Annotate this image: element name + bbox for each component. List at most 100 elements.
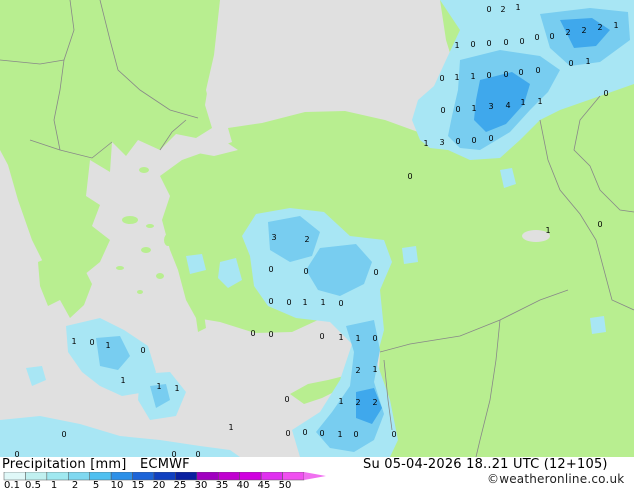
legend-color-swatch	[218, 472, 240, 481]
precip-value-label: 0	[603, 89, 608, 98]
precip-value-label: 1	[337, 430, 342, 439]
precip-value-label: 0	[89, 338, 94, 347]
legend-tick-label: 2	[71, 480, 79, 491]
precipitation-map: 0 2 1 0 0 2 2 2 1 1 0 0 0 0 0 1 0 1 1 0 0 0 0 0 0 0 1 3 4 1 1 1 3 0 0 0 0 1 0 3…	[0, 0, 634, 457]
precip-value-label: 0	[319, 429, 324, 438]
legend-tick-label: 20	[152, 480, 166, 491]
precip-value-label: 0	[486, 5, 491, 14]
precip-value-label: 0	[372, 334, 377, 343]
legend-tick-label: 10	[110, 480, 124, 491]
precip-value-label: 1	[174, 384, 179, 393]
precip-value-label: 3	[488, 102, 493, 111]
precip-value-label: 0	[549, 32, 554, 41]
legend-color-swatch	[3, 472, 26, 481]
precip-value-label: 1	[120, 376, 125, 385]
precip-value-label: 2	[304, 235, 309, 244]
model-name: ECMWF	[140, 457, 190, 472]
precip-value-label: 1	[454, 41, 459, 50]
legend-tick-label: 0.5	[25, 480, 41, 491]
legend-tick-label: 50	[278, 480, 292, 491]
legend-color-swatch	[89, 472, 112, 481]
precip-value-label: 0	[519, 37, 524, 46]
precip-value-label: 0	[195, 450, 200, 457]
map-canvas: 0 2 1 0 0 2 2 2 1 1 0 0 0 0 0 1 0 1 1 0 0 0 0 0 0 0 1 3 4 1 1 1 3 0 0 0 0 1 0 3…	[0, 0, 634, 457]
precip-value-label: 1	[355, 334, 360, 343]
precip-value-label: 0	[470, 40, 475, 49]
precip-value-label: 0	[597, 220, 602, 229]
precip-value-label: 0	[14, 450, 19, 457]
precip-value-label: 0	[407, 172, 412, 181]
legend-color-swatch	[46, 472, 69, 481]
legend-color-swatch	[110, 472, 133, 481]
legend-tick-label: 25	[173, 480, 187, 491]
precip-value-label: 0	[439, 74, 444, 83]
legend-color-swatch	[175, 472, 198, 481]
precip-value-label: 0	[486, 39, 491, 48]
legend-overflow-arrow	[304, 472, 326, 480]
precip-value-label: 0	[503, 70, 508, 79]
precip-value-label: 1	[471, 104, 476, 113]
precip-value-label: 0	[471, 136, 476, 145]
precip-value-label: 1	[320, 298, 325, 307]
precip-value-label: 1	[105, 341, 110, 350]
legend-tick-label: 45	[257, 480, 271, 491]
precip-value-label: 0	[486, 71, 491, 80]
precip-value-label: 0	[391, 430, 396, 439]
precip-value-label: 1	[302, 298, 307, 307]
legend-title: Precipitation [mm]	[2, 457, 127, 472]
precip-value-label: 1	[537, 97, 542, 106]
precip-value-label: 0	[338, 299, 343, 308]
precip-value-label: 0	[373, 268, 378, 277]
precip-value-label: 2	[581, 26, 586, 35]
precip-value-label: 0	[353, 430, 358, 439]
legend-tick-label: 35	[215, 480, 229, 491]
precip-value-label: 1	[585, 57, 590, 66]
precip-value-label: 1	[156, 382, 161, 391]
precip-value-label: 0	[268, 297, 273, 306]
precip-value-label: 2	[372, 398, 377, 407]
precip-value-label: 1	[613, 21, 618, 30]
precip-value-label: 0	[302, 428, 307, 437]
legend-tick-label: 30	[194, 480, 208, 491]
legend-color-swatch	[25, 472, 48, 481]
precip-value-label: 2	[597, 23, 602, 32]
precip-value-label: 2	[355, 366, 360, 375]
precip-value-label: 1	[71, 337, 76, 346]
precip-value-label: 1	[520, 98, 525, 107]
legend-color-swatch	[239, 472, 262, 481]
legend-color-swatch	[132, 472, 155, 481]
precip-value-label: 0	[268, 265, 273, 274]
precip-value-label: 4	[505, 101, 510, 110]
precip-value-label: 0	[535, 66, 540, 75]
precip-value-label: 0	[319, 332, 324, 341]
legend-tick-label: 0.1	[4, 480, 20, 491]
credit-link[interactable]: ©weatheronline.co.uk	[487, 472, 624, 486]
precip-value-label: 0	[61, 430, 66, 439]
precip-value-label: 0	[140, 346, 145, 355]
forecast-datetime: Su 05-04-2026 18..21 UTC (12+105)	[363, 457, 608, 472]
precip-value-label: 3	[439, 138, 444, 147]
legend-color-swatch	[260, 472, 283, 481]
precip-value-label: 0	[250, 329, 255, 338]
precip-value-label: 0	[568, 59, 573, 68]
legend-color-swatch	[282, 472, 305, 481]
precip-value-label: 0	[268, 330, 273, 339]
precip-value-label: 0	[534, 33, 539, 42]
precip-value-label: 0	[455, 137, 460, 146]
legend-tick-label: 40	[236, 480, 250, 491]
precip-value-label: 0	[440, 106, 445, 115]
precip-value-label: 0	[488, 134, 493, 143]
precip-value-label: 1	[454, 73, 459, 82]
precip-value-label: 0	[171, 450, 176, 457]
precip-value-label: 0	[455, 105, 460, 114]
legend-tick-label: 5	[92, 480, 100, 491]
legend-color-swatch	[68, 472, 90, 481]
precip-value-label: 0	[285, 429, 290, 438]
precip-value-label: 2	[355, 398, 360, 407]
precip-value-label: 2	[565, 28, 570, 37]
precip-value-label: 1	[515, 3, 520, 12]
precip-value-label: 0	[284, 395, 289, 404]
precip-value-label: 0	[286, 298, 291, 307]
precip-value-label: 1	[338, 397, 343, 406]
precip-value-label: 0	[503, 38, 508, 47]
